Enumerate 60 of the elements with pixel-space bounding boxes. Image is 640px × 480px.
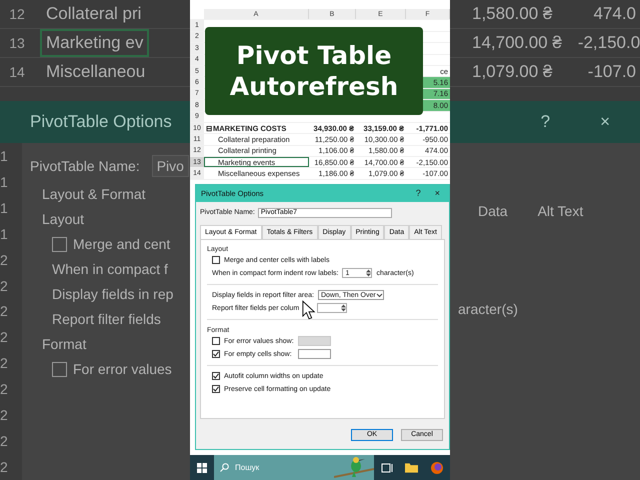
row-number: 14 [8, 64, 26, 80]
cell-text: 1,079.00 ₴ [471, 61, 554, 83]
row-number: 2 [0, 459, 9, 476]
cell-text: Miscellaneou [45, 61, 146, 83]
cell-text: 474.0 [592, 3, 637, 25]
search-icon [220, 463, 229, 472]
tab[interactable]: Alt Text [538, 203, 584, 219]
row-number: 1 [0, 226, 9, 242]
option-label: Report filter fields [52, 311, 162, 327]
checkbox[interactable] [52, 236, 67, 252]
input-field[interactable] [298, 349, 331, 360]
row-number: 1 [0, 174, 9, 190]
cell-text: 1,580.00 ₴ [471, 3, 554, 25]
section-heading: Layout [42, 211, 86, 227]
row-number: 2 [0, 252, 9, 268]
option-label: For error values [73, 361, 172, 377]
unit-label: aracter(s) [458, 301, 519, 317]
row-number: 2 [0, 381, 9, 398]
row-number: 2 [0, 433, 9, 450]
row-number: 2 [0, 407, 9, 424]
dialog-title: PivotTable Options [30, 112, 172, 132]
tab[interactable]: Data [478, 203, 508, 219]
spin-field[interactable] [317, 303, 348, 314]
name-field[interactable]: Pivo [152, 155, 189, 177]
name-label: PivotTable Name: [30, 158, 140, 174]
mouse-pointer-icon [302, 300, 316, 320]
checkbox[interactable] [212, 256, 220, 264]
section-heading: Format [42, 336, 88, 352]
close-button[interactable]: × [430, 188, 444, 198]
row-number: 2 [0, 278, 9, 294]
help-button[interactable]: ? [412, 188, 425, 198]
row-number: 2 [0, 329, 9, 346]
cell-text: -2,150.0 [576, 32, 640, 54]
close-button[interactable]: × [600, 112, 610, 132]
cell-text: Marketing ev [42, 31, 148, 55]
tab[interactable]: Layout & Format [42, 186, 190, 202]
windows-logo-icon[interactable] [197, 462, 207, 472]
row-number: 2 [0, 355, 9, 372]
checkbox[interactable] [212, 350, 220, 358]
cell-text: Collateral pri [45, 3, 142, 25]
option-label: Display fields in rep [52, 286, 174, 302]
title-text: Autorefresh [230, 71, 398, 102]
row-number: 1 [0, 148, 9, 164]
title-text: Pivot Table [236, 40, 392, 71]
row-number: 12 [8, 6, 26, 22]
cell-text: -107.0 [586, 61, 637, 83]
spinner-arrows-icon[interactable] [366, 269, 372, 278]
chevron-down-icon [376, 292, 383, 298]
checkbox[interactable] [212, 385, 220, 394]
spinner-arrows-icon[interactable] [341, 304, 346, 312]
option-label: Merge and cent [73, 236, 170, 252]
cell-text: 14,700.00 ₴ [471, 32, 563, 54]
checkbox[interactable] [52, 362, 67, 376]
row-number: 2 [0, 303, 9, 320]
row-number: 1 [0, 200, 9, 216]
checkbox[interactable] [212, 372, 220, 380]
help-button[interactable]: ? [540, 112, 550, 132]
row-number: 13 [8, 35, 26, 51]
search-input[interactable]: Пошук [233, 462, 273, 473]
option-label: When in compact f [52, 261, 169, 277]
